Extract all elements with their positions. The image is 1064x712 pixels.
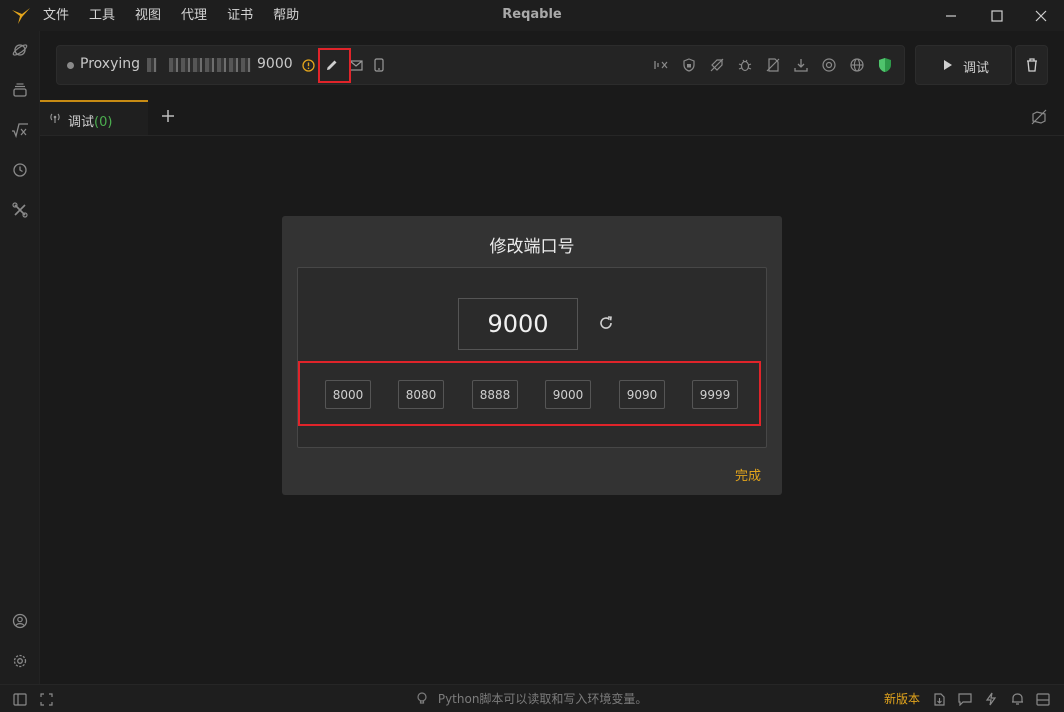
tab-divider <box>40 135 1064 136</box>
settings-icon[interactable] <box>10 651 30 671</box>
tab-debug[interactable]: 调试(0) <box>40 100 148 135</box>
port-dialog: 修改端口号 9000 <box>282 216 782 495</box>
lightbulb-icon <box>416 692 434 706</box>
dialog-title: 修改端口号 <box>489 237 575 257</box>
menu-certificate[interactable]: 证书 <box>227 0 253 31</box>
menu-bar: 文件 工具 视图 代理 证书 帮助 <box>43 0 319 31</box>
lock-shield-icon[interactable] <box>680 56 698 74</box>
planet-icon[interactable] <box>10 40 30 60</box>
preset-port-8888[interactable]: 8888 <box>472 380 518 409</box>
globe-icon[interactable] <box>848 56 866 74</box>
export-icon[interactable] <box>931 691 947 707</box>
tab-debug-label: 调试(0) <box>68 115 113 130</box>
status-bar: Python脚本可以读取和写入环境变量。 新版本 <box>0 684 1064 712</box>
trash-icon <box>1026 58 1037 72</box>
antenna-icon <box>50 113 60 123</box>
proxy-port: 9000 <box>257 56 293 72</box>
left-sidebar <box>0 31 40 684</box>
script-off-icon[interactable] <box>764 56 782 74</box>
proxy-status-dot <box>67 62 74 69</box>
preset-port-9000[interactable]: 9000 <box>545 380 591 409</box>
play-icon <box>944 60 952 70</box>
preset-port-8000[interactable]: 8000 <box>325 380 371 409</box>
debug-button[interactable]: 调试 <box>915 45 1012 85</box>
port-input[interactable]: 9000 <box>458 298 578 350</box>
clear-button[interactable] <box>1015 45 1048 85</box>
visibility-off-icon[interactable] <box>1031 109 1047 125</box>
add-tab-button[interactable] <box>158 106 178 126</box>
new-version-link[interactable]: 新版本 <box>884 690 920 707</box>
mobile-icon[interactable] <box>370 56 388 74</box>
download-icon[interactable] <box>792 56 810 74</box>
done-button[interactable]: 完成 <box>735 465 761 484</box>
tag-off-icon[interactable] <box>708 56 726 74</box>
tab-debug-count: (0) <box>94 115 113 130</box>
preset-port-8080[interactable]: 8080 <box>398 380 444 409</box>
close-button[interactable] <box>1018 0 1064 31</box>
tools-icon[interactable] <box>10 200 30 220</box>
account-icon[interactable] <box>10 611 30 631</box>
lightning-icon[interactable] <box>983 691 999 707</box>
menu-tools[interactable]: 工具 <box>89 0 115 31</box>
preset-port-9090[interactable]: 9090 <box>619 380 665 409</box>
function-icon[interactable] <box>10 120 30 140</box>
title-bar: 文件 工具 视图 代理 证书 帮助 Reqable <box>0 0 1064 31</box>
preset-port-9999[interactable]: 9999 <box>692 380 738 409</box>
menu-help[interactable]: 帮助 <box>273 0 299 31</box>
menu-file[interactable]: 文件 <box>43 0 69 31</box>
mute-icon[interactable] <box>652 56 670 74</box>
refresh-icon[interactable] <box>598 315 614 331</box>
maximize-button[interactable] <box>974 0 1020 31</box>
shield-check-icon[interactable] <box>876 56 894 74</box>
plus-icon <box>162 110 174 122</box>
tip-text: Python脚本可以读取和写入环境变量。 <box>416 690 647 707</box>
feedback-icon[interactable] <box>957 691 973 707</box>
minimize-button[interactable] <box>928 0 974 31</box>
redacted-address <box>147 58 157 72</box>
app-logo-icon <box>11 7 31 25</box>
edit-port-highlight <box>318 48 351 83</box>
tip-label: Python脚本可以读取和写入环境变量。 <box>437 692 648 706</box>
app-window: 文件 工具 视图 代理 证书 帮助 Reqable Proxying 9000 … <box>0 0 1064 712</box>
bell-icon[interactable] <box>1009 691 1025 707</box>
redacted-address <box>169 58 251 72</box>
proxy-status-bar: Proxying 9000 <box>56 45 905 85</box>
record-icon[interactable] <box>820 56 838 74</box>
bug-icon[interactable] <box>736 56 754 74</box>
warning-icon[interactable] <box>299 56 317 74</box>
menu-view[interactable]: 视图 <box>135 0 161 31</box>
layers-icon[interactable] <box>10 80 30 100</box>
menu-proxy[interactable]: 代理 <box>181 0 207 31</box>
sidebar-toggle-icon[interactable] <box>12 691 28 707</box>
panel-layout-icon[interactable] <box>1035 691 1051 707</box>
debug-button-label: 调试 <box>963 61 990 76</box>
fullscreen-icon[interactable] <box>38 691 54 707</box>
history-icon[interactable] <box>10 160 30 180</box>
proxy-status-label: Proxying <box>80 56 140 72</box>
